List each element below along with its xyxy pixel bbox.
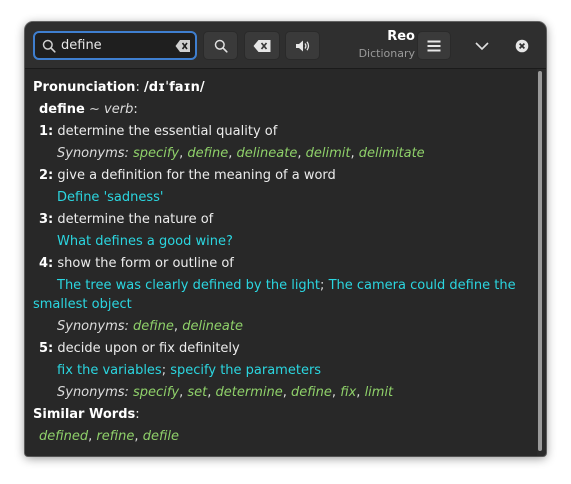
pos-colon: : [133,102,138,117]
sense-text: decide upon or fix definitely [57,341,240,356]
sense-5-example: fix the variables; specify the parameter… [57,363,321,378]
sense-2: 2: give a definition for the meaning of … [39,168,336,183]
example-separator: ; [320,278,325,293]
synonym[interactable]: specify [133,385,179,400]
synonym[interactable]: delimitate [359,146,425,161]
example-text: The tree was clearly defined by the ligh… [57,278,321,293]
synonyms-label: Synonyms: [57,385,129,400]
sense-5-synonyms: Synonyms: specify, set, determine, defin… [57,385,394,400]
sense-number: 1: [39,124,54,139]
synonym[interactable]: delineate [237,146,298,161]
clear-text-icon[interactable] [175,39,191,53]
search-icon [42,39,56,53]
synonym[interactable]: define [291,385,332,400]
backspace-icon [253,39,271,52]
headword-line: define ~ verb: [39,102,138,117]
search-icon [214,39,228,53]
search-input[interactable] [61,36,169,55]
pos-separator: ~ [88,102,100,117]
speaker-icon [295,40,309,51]
pronunciation-label: Pronunciation [33,80,136,95]
example-text: specify the parameters [170,363,322,378]
minimize-button[interactable] [469,33,495,59]
sense-3-example: What defines a good wine? [57,234,233,249]
similar-words-colon: : [135,407,140,422]
sense-number: 4: [39,256,54,271]
example-separator: ; [161,363,167,378]
sense-1-synonyms: Synonyms: specify, define, delineate, de… [57,146,425,161]
scrollbar[interactable] [538,71,542,451]
speak-button[interactable] [285,31,320,60]
synonym[interactable]: specify [133,146,179,161]
similar-words-label: Similar Words [33,407,136,422]
sense-4-synonyms: Synonyms: define, delineate [57,319,243,334]
sense-4-example: The tree was clearly defined by the ligh… [57,278,516,293]
sense-4: 4: show the form or outline of [39,256,234,271]
sense-1: 1: determine the essential quality of [39,124,277,139]
search-entry[interactable] [33,31,197,60]
synonym[interactable]: limit [365,385,394,400]
close-icon [515,39,529,53]
pronunciation-line: Pronunciation: /dɪˈfaɪn/ [33,80,205,95]
close-button[interactable] [509,33,535,59]
synonym[interactable]: delimit [306,146,351,161]
example-text: Define 'sadness' [57,190,164,205]
app-title: Reo [387,29,415,44]
sense-number: 2: [39,168,54,183]
part-of-speech: verb [104,102,134,117]
sense-4-example-continued: smallest object [33,297,132,312]
sense-text: give a definition for the meaning of a w… [57,168,336,183]
synonym[interactable]: fix [340,385,356,400]
synonym[interactable]: set [187,385,207,400]
definition-view: Pronunciation: /dɪˈfaɪn/ define ~ verb: … [25,69,537,456]
example-text: fix the variables [57,363,162,378]
sense-text: determine the essential quality of [57,124,278,139]
lookup-button[interactable] [203,31,238,60]
hamburger-menu-icon [427,40,441,51]
synonym[interactable]: determine [216,385,283,400]
example-text: smallest object [33,297,132,312]
similar-word[interactable]: defile [143,429,179,444]
similar-words-list: defined, refine, defile [39,429,179,444]
pronunciation-ipa: /dɪˈfaɪn/ [143,80,205,95]
sense-3: 3: determine the nature of [39,212,213,227]
synonym[interactable]: delineate [182,319,243,334]
synonym[interactable]: define [133,319,174,334]
example-text: The camera could define the [328,278,516,293]
clear-button[interactable] [244,31,280,60]
menu-button[interactable] [417,31,451,60]
app-window: Reo Dictionary Pronunciation [25,22,546,456]
similar-word[interactable]: refine [96,429,134,444]
sense-text: show the form or outline of [57,256,234,271]
sense-5: 5: decide upon or fix definitely [39,341,240,356]
synonym[interactable]: define [187,146,228,161]
sense-text: determine the nature of [57,212,214,227]
pronunciation-colon: : [135,80,140,95]
sense-number: 3: [39,212,54,227]
synonyms-label: Synonyms: [57,146,129,161]
window-title: Reo Dictionary [325,28,415,61]
synonyms-label: Synonyms: [57,319,129,334]
similar-words-heading: Similar Words: [33,407,140,422]
sense-2-example: Define 'sadness' [57,190,164,205]
sense-number: 5: [39,341,54,356]
app-subtitle: Dictionary [358,47,415,60]
headword: define [39,102,85,117]
header-bar: Reo Dictionary [25,22,546,69]
similar-word[interactable]: defined [39,429,88,444]
example-text: What defines a good wine? [57,234,233,249]
chevron-down-icon [475,42,489,51]
